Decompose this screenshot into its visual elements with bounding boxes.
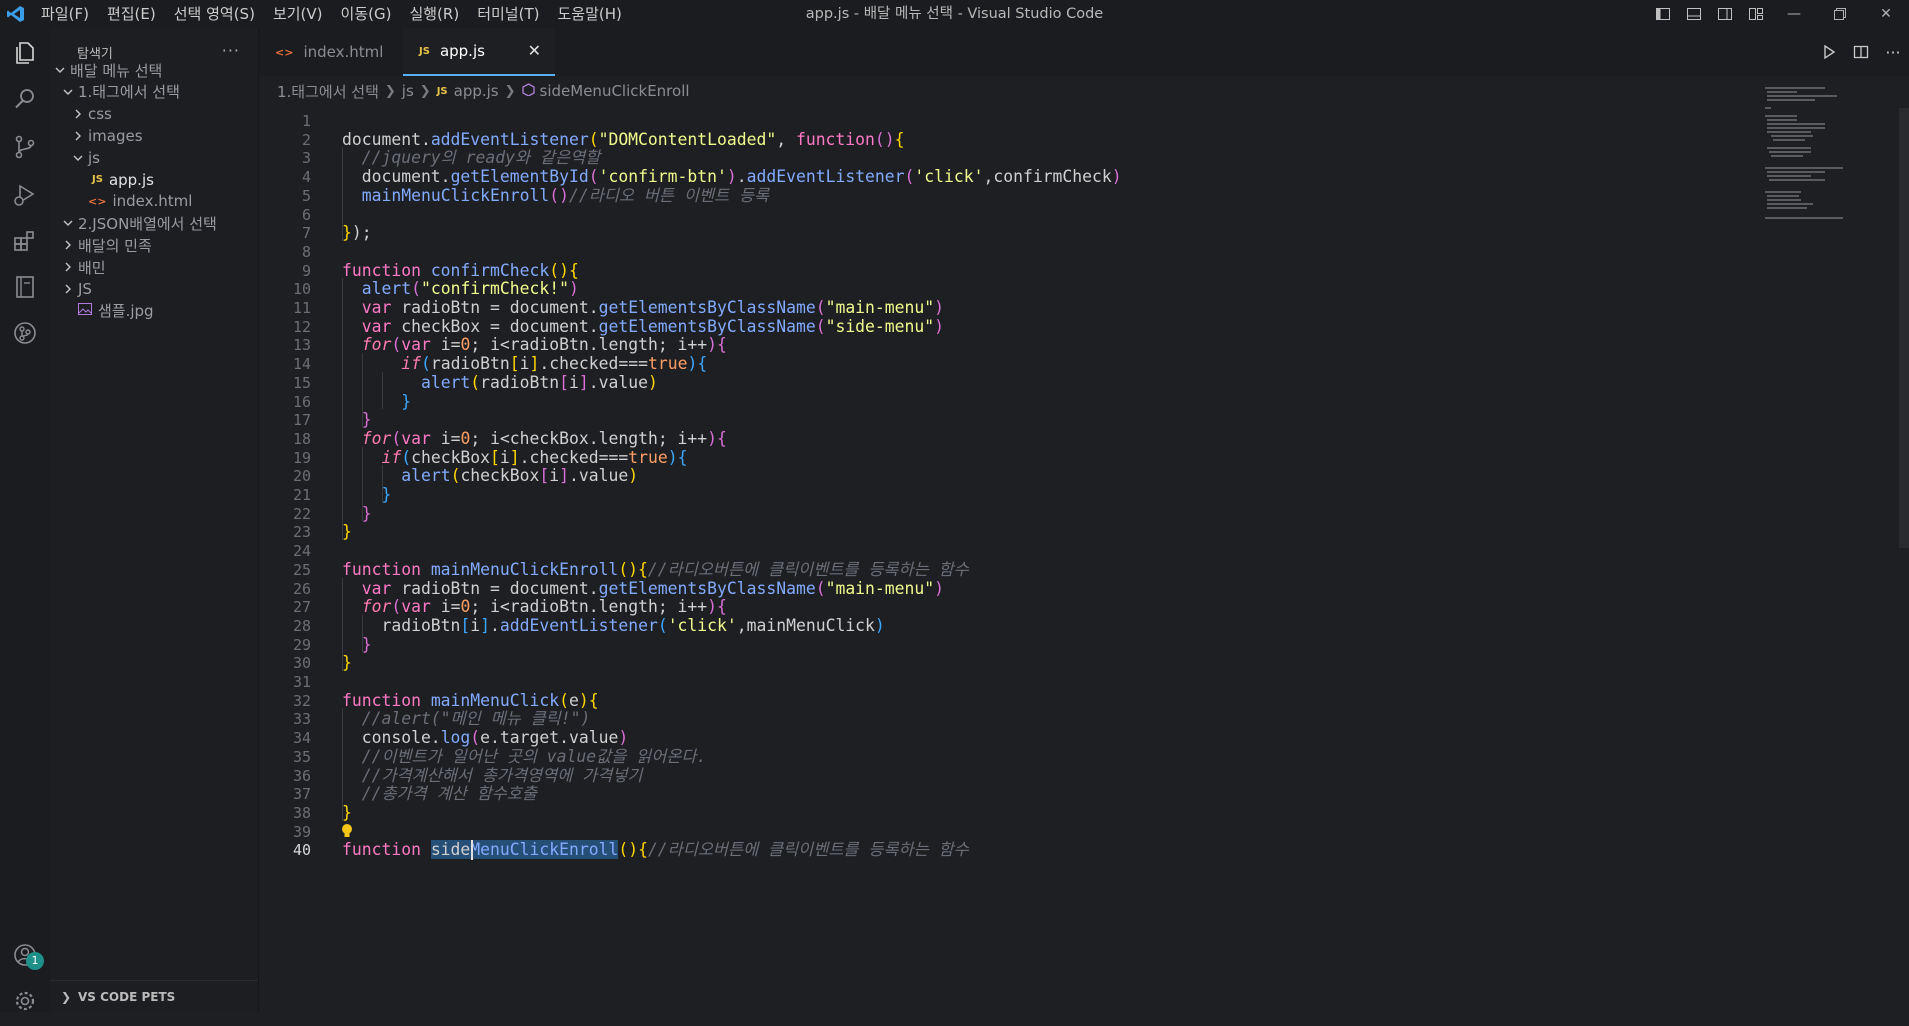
editor-tabs: <> index.html JS app.js ✕ ··· (259, 28, 1909, 76)
chevron-right-icon: ❯ (419, 83, 431, 99)
breadcrumb-item[interactable]: app.js (454, 82, 499, 100)
menu-item[interactable]: 파일(F) (32, 0, 98, 28)
text-cursor (470, 840, 473, 861)
indent-guide (342, 278, 343, 541)
menu-item[interactable]: 실행(R) (400, 0, 468, 28)
menu-item[interactable]: 선택 영역(S) (165, 0, 264, 28)
chevron-down-icon (54, 64, 66, 76)
tab-index-html[interactable]: <> index.html (259, 28, 403, 76)
close-tab-icon[interactable]: ✕ (528, 41, 541, 60)
tab-label: app.js (439, 42, 485, 60)
image-file-icon (78, 303, 92, 318)
html-file-icon: <> (275, 45, 294, 59)
indent-guide (381, 465, 383, 503)
tree-item-label: 2.JSON배열에서 선택 (78, 214, 217, 233)
chevron-down-icon (62, 217, 74, 229)
symbol-function-icon (521, 82, 535, 100)
breadcrumb-item[interactable]: 1.태그에서 선택 (277, 81, 379, 102)
indent-guide (381, 371, 383, 410)
chevron-right-icon (62, 261, 74, 273)
chevron-right-icon (62, 283, 74, 295)
tree-item-label: images (88, 126, 143, 145)
tree-item-label: 배달의 민족 (78, 236, 152, 255)
git-graph-icon[interactable] (0, 308, 50, 358)
indent-guide (361, 353, 363, 428)
title-actions: — ✕ (1647, 0, 1909, 28)
tree-item-label: index.html (112, 192, 193, 211)
minimap[interactable] (1759, 83, 1859, 223)
chevron-right-icon: ❯ (504, 83, 516, 99)
indent-guide (361, 446, 363, 522)
menu-bar: 파일(F) 편집(E) 선택 영역(S) 보기(V) 이동(G) 실행(R) 터미널(T) 도… (32, 0, 631, 28)
tree-item-label: 샘플.jpg (98, 302, 154, 321)
restore-window-icon[interactable] (1817, 0, 1863, 28)
run-file-icon[interactable] (1813, 36, 1845, 68)
menu-item[interactable]: 보기(V) (264, 0, 332, 28)
breadcrumb: 1.태그에서 선택 ❯ js ❯ JS app.js ❯ sideMenuCli… (277, 76, 690, 106)
vertical-scrollbar[interactable] (1899, 108, 1909, 548)
menu-item[interactable]: 도움말(H) (548, 0, 630, 28)
tree-item-label: JS (78, 280, 92, 298)
tab-app-js[interactable]: JS app.js ✕ (403, 28, 555, 76)
indent-guide (361, 614, 363, 653)
chevron-down-icon (62, 86, 74, 98)
chevron-right-icon (72, 130, 84, 142)
run-and-debug-icon[interactable] (0, 170, 50, 220)
vscode-pets-label: VS CODE PETS (78, 990, 176, 1004)
code-line: 40 function sideMenuClickEnroll(){//라디오버튼… (259, 839, 1779, 862)
title-bar: 파일(F) 편집(E) 선택 영역(S) 보기(V) 이동(G) 실행(R) 터미널(T) 도… (0, 0, 1909, 28)
menu-item[interactable]: 이동(G) (332, 0, 401, 28)
tree-item[interactable]: 샘플.jpg (50, 298, 286, 324)
more-editor-actions-icon[interactable]: ··· (1877, 36, 1909, 68)
chevron-down-icon (72, 152, 84, 164)
indent-guide (342, 577, 343, 671)
tree-item-label: js (88, 148, 100, 167)
minimize-window-icon[interactable]: — (1771, 0, 1817, 28)
chevron-right-icon (62, 239, 74, 251)
source-control-icon[interactable] (0, 122, 50, 172)
tree-item-label: 1.태그에서 선택 (78, 83, 180, 102)
menu-item[interactable]: 편집(E) (98, 0, 165, 28)
chevron-right-icon: ❯ (384, 83, 396, 99)
breadcrumb-item[interactable]: sideMenuClickEnroll (540, 82, 690, 100)
chevron-right-icon: ❯ (60, 990, 72, 1004)
toggle-secondary-sidebar-icon[interactable] (1709, 0, 1740, 28)
toggle-panel-icon[interactable] (1678, 0, 1709, 28)
close-window-icon[interactable]: ✕ (1863, 0, 1909, 28)
explorer-sidebar: 탐색기 ··· 배달 메뉴 선택 1.태그에서 선택 css images js JS ap… (50, 28, 259, 1012)
chevron-right-icon (72, 108, 84, 120)
toggle-primary-sidebar-icon[interactable] (1647, 0, 1678, 28)
line-number: 40 (292, 841, 311, 860)
notebook-icon[interactable] (0, 262, 50, 312)
vscode-logo-icon (0, 0, 32, 28)
split-editor-icon[interactable] (1845, 36, 1877, 68)
tab-label: index.html (303, 43, 384, 61)
editor-area: <> index.html JS app.js ✕ ··· 1.태그에서 선택 … (259, 28, 1909, 1012)
js-file-icon: JS (92, 174, 103, 185)
tree-item-label: 배달 메뉴 선택 (70, 61, 163, 80)
tree-item-label: 배민 (78, 258, 106, 277)
indent-guide (342, 708, 343, 821)
explorer-icon[interactable] (0, 28, 50, 78)
extensions-icon[interactable] (0, 216, 50, 266)
indent-guide (342, 147, 343, 241)
js-file-icon: JS (419, 45, 430, 57)
lightbulb-icon[interactable] (340, 823, 354, 843)
js-file-icon: JS (436, 85, 448, 97)
settings-gear-icon[interactable] (0, 976, 50, 1026)
customize-layout-icon[interactable] (1740, 0, 1771, 28)
line-text: function sideMenuClickEnroll(){//라디오버튼에 … (342, 840, 969, 860)
menu-item[interactable]: 터미널(T) (468, 0, 548, 28)
vscode-pets-section[interactable]: ❯ VS CODE PETS (50, 980, 258, 1013)
search-icon[interactable] (0, 74, 50, 124)
accounts-badge: 1 (26, 952, 44, 970)
tree-item-label: app.js (108, 170, 154, 189)
html-file-icon: <> (88, 194, 107, 208)
activity-bar: 1 (0, 28, 50, 1012)
editor-actions: ··· (1813, 28, 1909, 76)
tree-item-label: css (88, 104, 112, 123)
breadcrumb-item[interactable]: js (402, 82, 414, 100)
accounts-icon[interactable] (0, 930, 50, 980)
